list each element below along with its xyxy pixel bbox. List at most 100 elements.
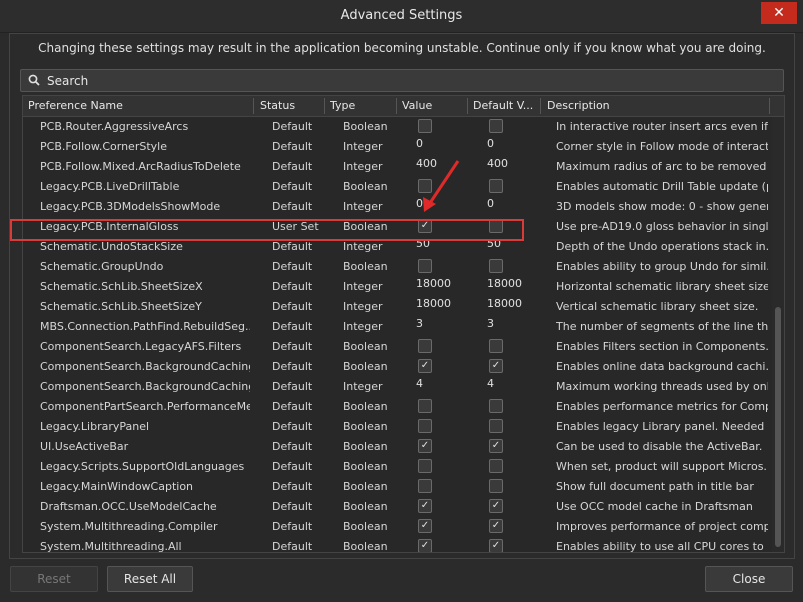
status-cell: Default: [272, 420, 313, 433]
preference-name: System.Multithreading.Compiler: [40, 520, 218, 533]
value-checkbox[interactable]: [418, 339, 432, 353]
value-checkbox[interactable]: [418, 179, 432, 193]
table-row[interactable]: Draftsman.OCC.UseModelCache Default Boolea…: [23, 497, 772, 517]
description-cell: Enables legacy Library panel. Needed f..…: [556, 420, 768, 433]
description-cell: Enables performance metrics for Comp...: [556, 400, 768, 413]
description-cell: Enables ability to group Undo for simil.…: [556, 260, 768, 273]
preference-name: MBS.Connection.PathFind.RebuildSeg...: [40, 320, 250, 333]
col-preference-name[interactable]: Preference Name: [28, 99, 253, 112]
default-value-checkbox[interactable]: ✓: [489, 359, 503, 373]
type-cell: Integer: [343, 300, 383, 313]
type-cell: Integer: [343, 160, 383, 173]
title-bar: Advanced Settings ✕: [0, 0, 803, 33]
status-cell: Default: [272, 360, 313, 373]
value-checkbox[interactable]: [418, 399, 432, 413]
type-cell: Integer: [343, 140, 383, 153]
status-cell: Default: [272, 160, 313, 173]
status-cell: Default: [272, 260, 313, 273]
default-value-checkbox[interactable]: [489, 259, 503, 273]
status-cell: Default: [272, 440, 313, 453]
preference-name: Schematic.GroupUndo: [40, 260, 164, 273]
default-value-checkbox[interactable]: ✓: [489, 439, 503, 453]
default-value-checkbox[interactable]: [489, 479, 503, 493]
value-checkbox[interactable]: [418, 419, 432, 433]
table-row[interactable]: MBS.Connection.PathFind.RebuildSeg... Def…: [23, 317, 772, 337]
type-cell: Boolean: [343, 340, 388, 353]
table-row[interactable]: Schematic.SchLib.SheetSizeY Default Intege…: [23, 297, 772, 317]
default-value-checkbox[interactable]: [489, 459, 503, 473]
col-value[interactable]: Value: [402, 99, 467, 112]
value-checkbox[interactable]: [418, 259, 432, 273]
col-type[interactable]: Type: [330, 99, 395, 112]
default-value-checkbox[interactable]: [489, 179, 503, 193]
vertical-scrollbar[interactable]: [772, 117, 784, 552]
table-row[interactable]: PCB.Follow.CornerStyle Default Integer 0 0 Co…: [23, 137, 772, 157]
reset-all-button[interactable]: Reset All: [107, 566, 193, 592]
table-row[interactable]: Legacy.PCB.LiveDrillTable Default Boolean E…: [23, 177, 772, 197]
value-checkbox[interactable]: [418, 479, 432, 493]
default-value-checkbox[interactable]: [489, 399, 503, 413]
description-cell: Depth of the Undo operations stack in...: [556, 240, 768, 253]
table-row[interactable]: Schematic.SchLib.SheetSizeX Default Intege…: [23, 277, 772, 297]
table-row[interactable]: Legacy.MainWindowCaption Default Boolean Sh…: [23, 477, 772, 497]
value-checkbox[interactable]: ✓: [418, 359, 432, 373]
preference-name: ComponentSearch.BackgroundCaching: [40, 360, 250, 373]
table-row[interactable]: ComponentSearch.BackgroundCaching Default…: [23, 357, 772, 377]
table-row[interactable]: System.Multithreading.All Default Boolean ✓…: [23, 537, 772, 552]
status-cell: Default: [272, 120, 313, 133]
table-row[interactable]: PCB.Follow.Mixed.ArcRadiusToDelete Defaul…: [23, 157, 772, 177]
type-cell: Boolean: [343, 520, 388, 533]
value-checkbox[interactable]: ✓: [418, 499, 432, 513]
status-cell: Default: [272, 240, 313, 253]
value-field: 18000: [416, 277, 451, 290]
col-description[interactable]: Description: [547, 99, 767, 112]
value-checkbox[interactable]: [418, 459, 432, 473]
status-cell: Default: [272, 500, 313, 513]
window-title: Advanced Settings: [340, 8, 463, 23]
description-cell: Enables Filters section in Components...: [556, 340, 768, 353]
type-cell: Boolean: [343, 460, 388, 473]
default-value-checkbox[interactable]: ✓: [489, 539, 503, 552]
value-field: 400: [416, 157, 437, 170]
default-value-checkbox[interactable]: ✓: [489, 499, 503, 513]
col-default-value[interactable]: Default V...: [473, 99, 541, 112]
default-value-field: 18000: [487, 277, 522, 290]
close-window-button[interactable]: ✕: [761, 2, 797, 24]
reset-button[interactable]: Reset: [10, 566, 98, 592]
col-status[interactable]: Status: [260, 99, 320, 112]
value-checkbox[interactable]: [418, 119, 432, 133]
preference-name: ComponentSearch.LegacyAFS.Filters: [40, 340, 242, 353]
scrollbar-thumb[interactable]: [775, 307, 781, 547]
default-value-checkbox[interactable]: [489, 119, 503, 133]
table-row[interactable]: Legacy.LibraryPanel Default Boolean Enables…: [23, 417, 772, 437]
table-row[interactable]: Schematic.GroupUndo Default Boolean Enables…: [23, 257, 772, 277]
table-row[interactable]: System.Multithreading.Compiler Default Boo…: [23, 517, 772, 537]
default-value-checkbox[interactable]: ✓: [489, 519, 503, 533]
description-cell: When set, product will support Micros...: [556, 460, 768, 473]
type-cell: Integer: [343, 320, 383, 333]
table-row[interactable]: Legacy.Scripts.SupportOldLanguages Defaul…: [23, 457, 772, 477]
type-cell: Boolean: [343, 500, 388, 513]
value-checkbox[interactable]: ✓: [418, 439, 432, 453]
search-input[interactable]: Search: [20, 69, 784, 92]
description-cell: In interactive router insert arcs even i…: [556, 120, 768, 133]
value-field: 18000: [416, 297, 451, 310]
description-cell: Enables automatic Drill Table update (p.…: [556, 180, 768, 193]
table-row[interactable]: UI.UseActiveBar Default Boolean ✓ ✓ Can be us…: [23, 437, 772, 457]
table-row[interactable]: PCB.Router.AggressiveArcs Default Boolean I…: [23, 117, 772, 137]
preference-name: System.Multithreading.All: [40, 540, 182, 552]
default-value-checkbox[interactable]: [489, 339, 503, 353]
type-cell: Boolean: [343, 480, 388, 493]
table-row[interactable]: ComponentSearch.LegacyAFS.Filters Default…: [23, 337, 772, 357]
value-checkbox[interactable]: ✓: [418, 539, 432, 552]
close-button[interactable]: Close: [705, 566, 793, 592]
value-checkbox[interactable]: ✓: [418, 519, 432, 533]
table-row[interactable]: ComponentSearch.BackgroundCaching... Defa…: [23, 377, 772, 397]
preference-name: Legacy.Scripts.SupportOldLanguages: [40, 460, 245, 473]
default-value-field: 4: [487, 377, 494, 390]
description-cell: The number of segments of the line tha..…: [556, 320, 768, 333]
table-row[interactable]: Legacy.PCB.3DModelsShowMode Default Intege…: [23, 197, 772, 217]
table-row[interactable]: ComponentPartSearch.PerformanceMet... Def…: [23, 397, 772, 417]
type-cell: Boolean: [343, 360, 388, 373]
default-value-checkbox[interactable]: [489, 419, 503, 433]
